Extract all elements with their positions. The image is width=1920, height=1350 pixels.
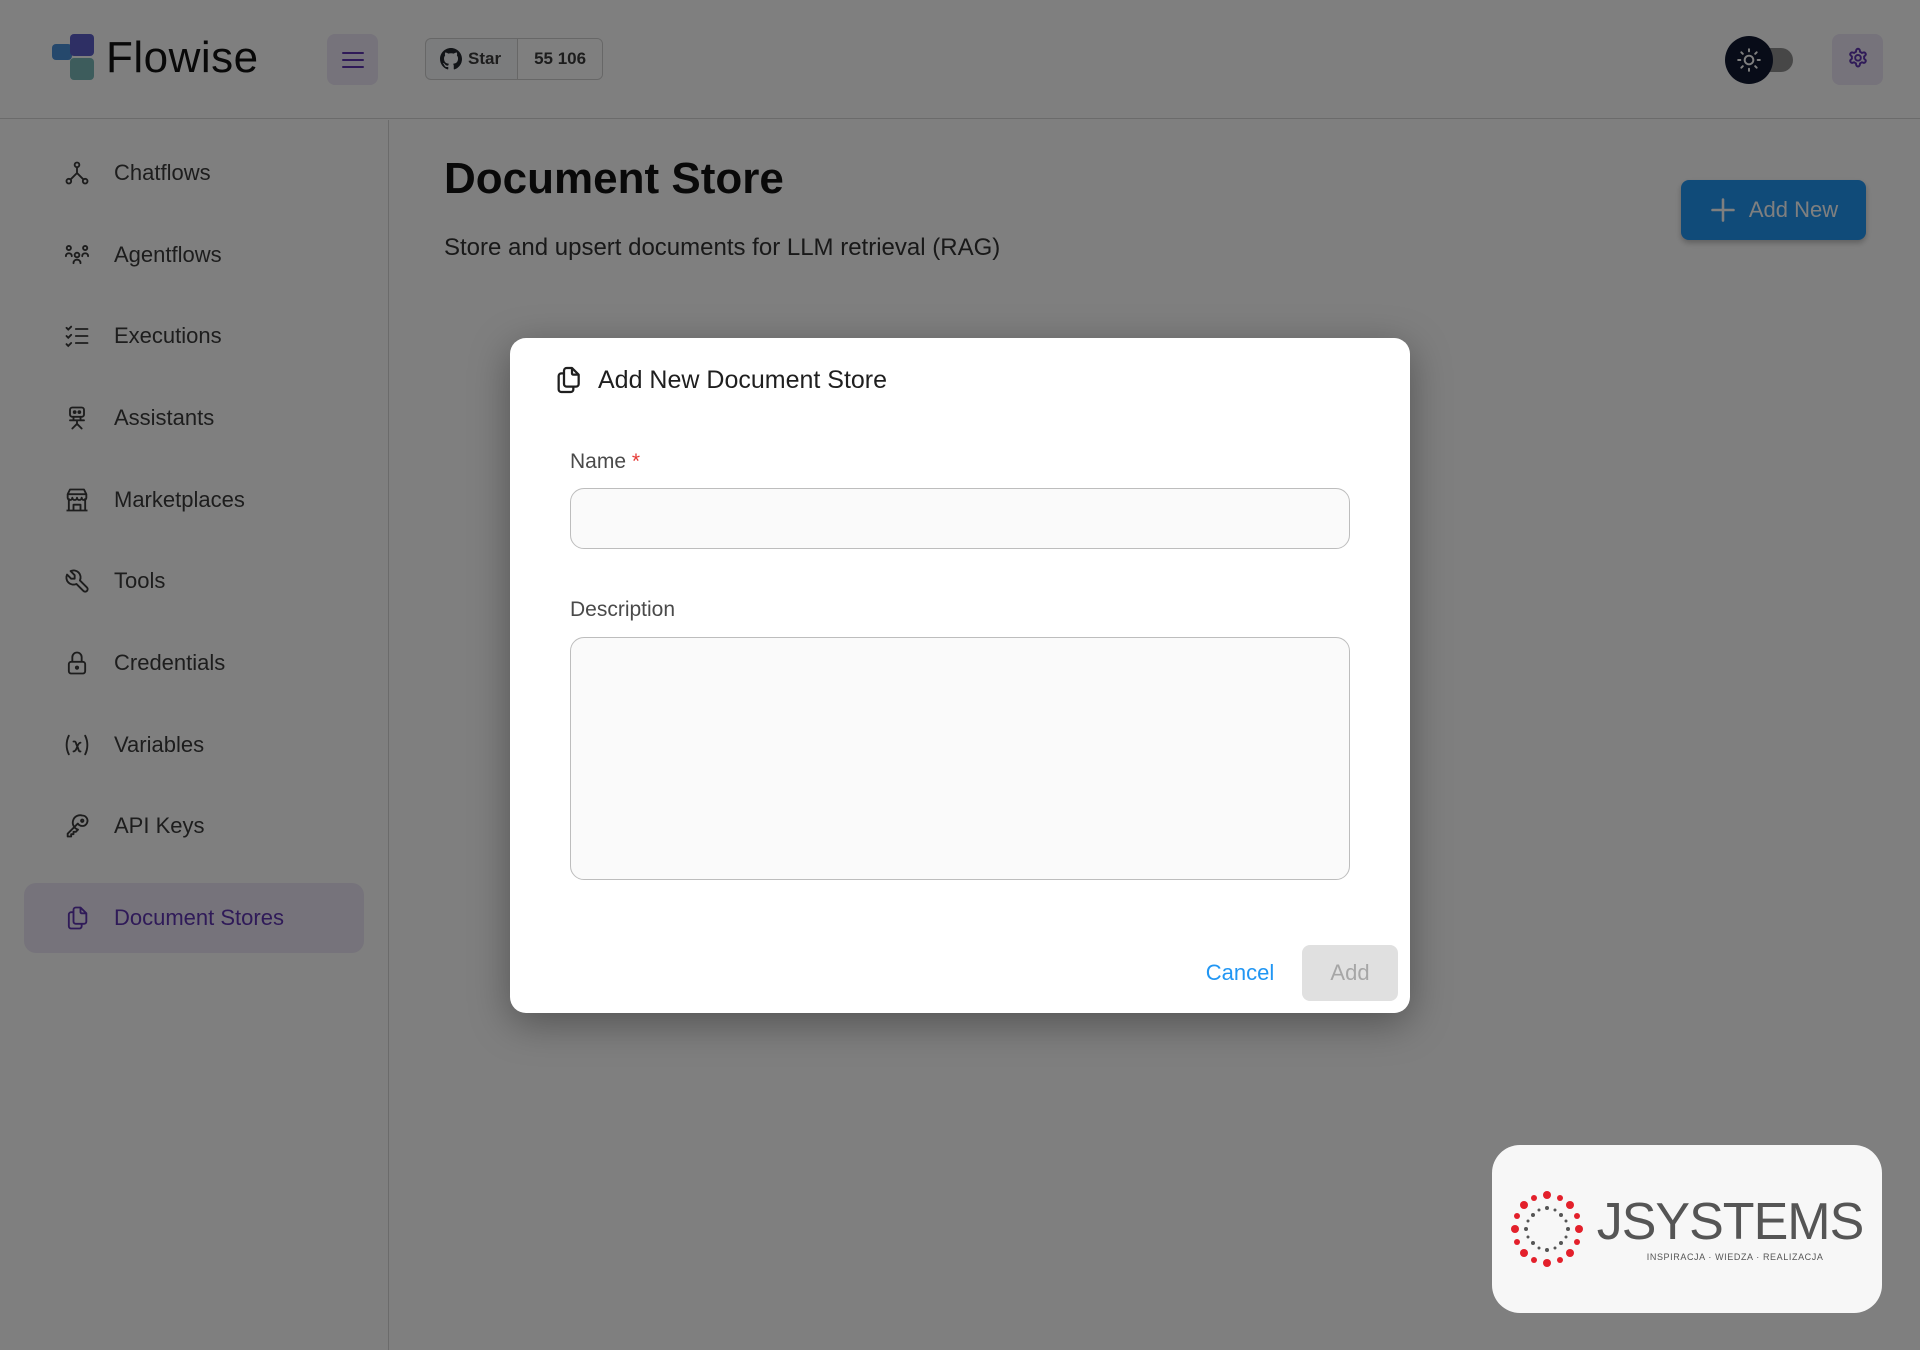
name-field-label: Name * [570,450,640,474]
files-icon [557,366,580,394]
add-button[interactable]: Add [1302,945,1398,1001]
jsystems-tagline: INSPIRACJA · WIEDZA · REALIZACJA [1646,1252,1824,1262]
name-label-text: Name [570,450,627,473]
dialog-title: Add New Document Store [598,365,888,394]
cancel-label: Cancel [1205,960,1275,985]
add-document-store-dialog: Add New Document Store Name * Descriptio… [510,338,1410,1013]
required-asterisk: * [631,450,641,473]
jsystems-watermark: JSYSTEMS INSPIRACJA · WIEDZA · REALIZACJ… [1492,1145,1882,1313]
description-input[interactable] [570,637,1350,880]
cancel-button[interactable]: Cancel [1190,945,1290,1001]
name-input[interactable] [570,488,1350,549]
jsystems-brand: JSYSTEMS [1596,1193,1864,1251]
jsystems-logo-icon [1510,1191,1583,1267]
dialog-header: Add New Document Store [552,364,887,396]
description-field-label: Description [570,598,676,621]
jsystems-wordmark: JSYSTEMS INSPIRACJA · WIEDZA · REALIZACJ… [1597,1196,1864,1262]
add-label: Add [1330,960,1370,985]
